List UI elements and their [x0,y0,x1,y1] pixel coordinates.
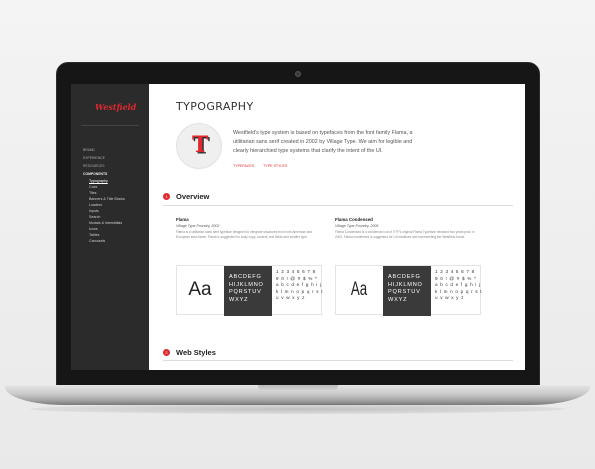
westfield-logo[interactable]: Westfield [95,102,136,112]
font-foundry: Village Type Foundry, 2005 [335,224,379,228]
intro-line: clearly hierarchied type systems that cl… [233,148,383,154]
typography-hero-icon: T [176,123,222,169]
nav-item-resources[interactable]: RESOURCES [83,162,147,170]
nav-item-experience[interactable]: EXPERIENCE [83,154,147,162]
font-specimen-flama: Aa ABCDEFG HIJKLMNO PQRSTUV WXYZ 1 2 3 4… [176,265,323,316]
sub-nav-item-carousels[interactable]: Carousels [89,238,147,244]
specimen-row: a b c d e f g h i j [276,282,322,287]
font-info-flama-condensed: Flama Condensed Village Type Foundry, 20… [335,217,485,239]
font-name: Flama [176,217,189,222]
specimen-row: PQRSTUV [229,289,262,295]
font-foundry: Village Type Foundry, 2002 [176,224,220,228]
specimen-uppercase: ABCDEFG HIJKLMNO PQRSTUV WXYZ [383,266,431,316]
camera-icon [295,71,301,77]
specimen-row: ABCDEFG [229,274,262,280]
nav-item-brand[interactable]: BRAND [83,146,147,154]
section-number-badge: 1 [163,192,170,200]
page-title: TYPOGRAPHY [176,100,254,113]
laptop-shadow [30,404,565,414]
specimen-glyphs: 1 2 3 4 5 6 7 8 9 0 ! @ # $ % ^ a b c d … [276,269,323,302]
specimen-row: PQRSTUV [388,289,421,295]
intro-line: Westfield's type system is based on type… [233,130,413,136]
specimen-row: u v w x y z [435,295,465,300]
sidebar-nav: BRAND EXPERIENCE RESOURCES COMPONENTS Ty… [83,146,147,244]
sidebar-divider [81,125,139,126]
specimen-glyphs: 1 2 3 4 5 6 7 8 9 0 ! @ # $ % ^ a b c d … [435,269,482,302]
specimen-row: a b c d e f g h i j [435,282,481,287]
section-header-web-styles: 2 Web Styles [163,346,216,358]
specimen-row: HIJKLMNO [388,281,423,288]
specimen-uppercase: ABCDEFG HIJKLMNO PQRSTUV WXYZ [224,266,272,316]
section-header-overview: 1 Overview [163,190,209,202]
specimen-sample: Aa [350,279,368,300]
font-description: Flama Condensed is a condensed cut of VT… [335,230,475,239]
intro-links: TYPEFACES TYPE STYLES [233,164,295,168]
specimen-row: ABCDEFG [388,274,421,280]
specimen-row: HIJKLMNO [229,281,264,288]
specimen-row: WXYZ [388,296,408,303]
intro-text: Westfield's type system is based on type… [233,129,439,156]
specimen-sample: Aa [188,279,212,300]
font-specimen-flama-condensed: Aa ABCDEFG HIJKLMNO PQRSTUV WXYZ 1 2 3 4… [335,265,482,316]
font-description: Flama is a utilitarian sans serif typefa… [176,230,313,239]
intro-line: utilitarian sans serif created in 2002 b… [233,139,413,145]
specimen-row: u v w x y z [276,295,306,300]
section-number-badge: 2 [163,348,170,356]
nav-item-components[interactable]: COMPONENTS [83,170,147,178]
section-divider [163,205,513,206]
specimen-row: WXYZ [229,296,249,303]
specimen-row: 1 2 3 4 5 6 7 8 [276,269,316,274]
specimen-row: 1 2 3 4 5 6 7 8 [435,269,475,274]
section-divider [163,360,513,361]
main-content: TYPOGRAPHY T Westfield's type system is … [149,84,525,370]
sidebar: Westfield BRAND EXPERIENCE RESOURCES COM… [71,84,149,370]
font-info-flama: Flama Village Type Foundry, 2002 Flama i… [176,217,326,239]
section-title: Web Styles [176,347,216,357]
font-name: Flama Condensed [335,217,373,222]
link-typefaces[interactable]: TYPEFACES [233,164,254,168]
laptop-screen: Westfield BRAND EXPERIENCE RESOURCES COM… [71,84,525,370]
sub-nav: Typography Color Tiles Banners & Title B… [83,178,147,244]
link-type-styles[interactable]: TYPE STYLES [263,164,287,168]
section-title: Overview [176,191,210,201]
hero-letter: T [192,132,209,158]
laptop-notch [258,385,338,391]
